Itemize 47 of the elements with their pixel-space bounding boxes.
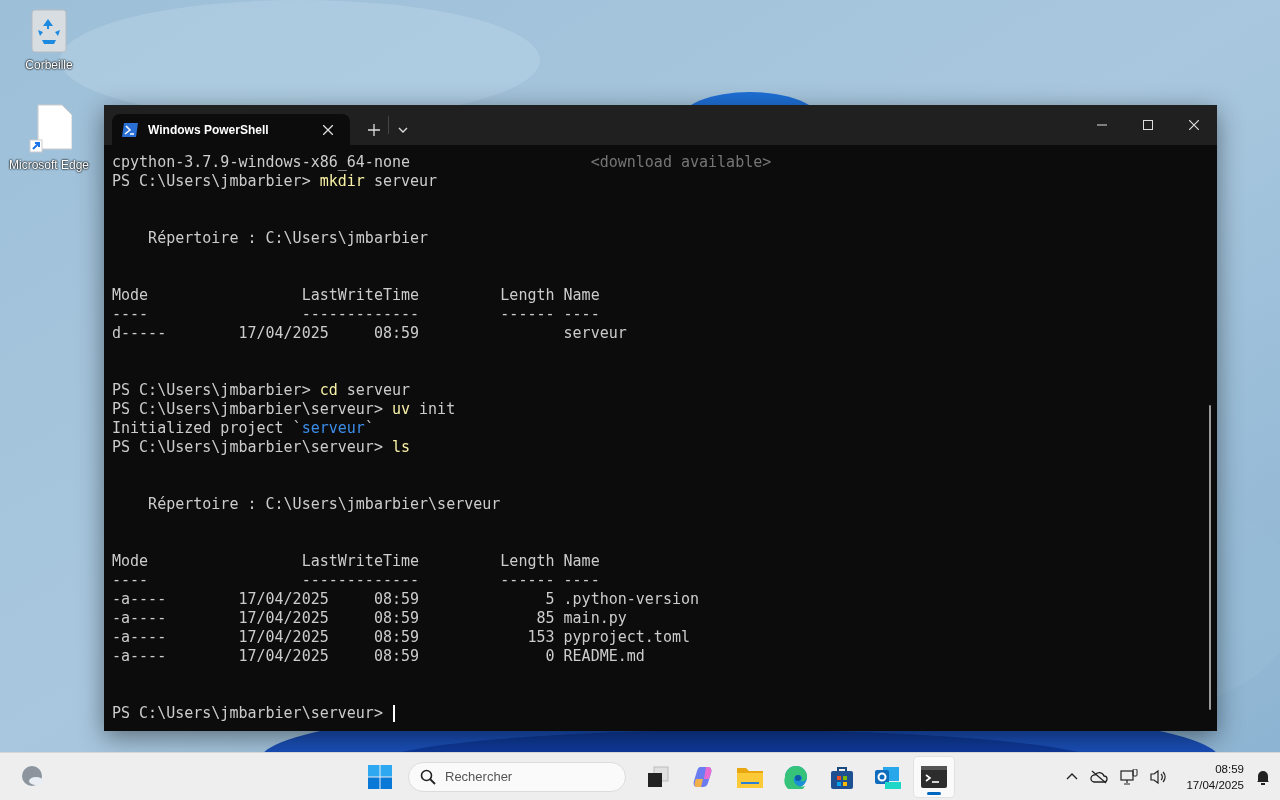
recycle-bin-icon[interactable] [30, 8, 68, 54]
terminal-line: PS C:\Users\jmbarbier\serveur> ls [112, 438, 411, 457]
terminal-line: PS C:\Users\jmbarbier> mkdir serveur [112, 172, 438, 191]
terminal-line: cpython-3.7.9-windows-x86_64-none <download available> [112, 153, 772, 172]
clock-time[interactable]: 08:59 [1215, 760, 1244, 777]
close-icon [323, 124, 333, 135]
terminal-line: PS C:\Users\jmbarbier\serveur> uv init [112, 400, 456, 419]
terminal-line: d----- 17/04/2025 08:59 serveur [112, 324, 627, 343]
text-cursor [392, 705, 395, 722]
search-icon [420, 768, 436, 785]
search-field[interactable]: Rechercher [408, 761, 626, 792]
terminal-line: Répertoire : C:\Users\jmbarbier\serveur [147, 495, 501, 514]
terminal-line: -a---- 17/04/2025 08:59 85 main.py [112, 609, 627, 628]
terminal-line: -a---- 17/04/2025 08:59 0 README.md [112, 647, 645, 666]
powershell-icon [122, 122, 138, 137]
plus-icon [368, 123, 380, 136]
speaker-icon[interactable] [1150, 768, 1169, 785]
edge-icon [784, 764, 808, 789]
tab-title: Windows PowerShell [148, 122, 270, 137]
clock-date[interactable]: 17/04/2025 [1186, 776, 1244, 793]
stacked-windows-icon [646, 764, 670, 789]
prompt-line: PS C:\Users\jmbarbier\serveur> [112, 704, 384, 723]
shopping-bag-icon [831, 764, 853, 789]
terminal-line: ---- ------------- ------ ---- [112, 305, 600, 324]
close-icon [1189, 120, 1199, 130]
windows-logo-icon [368, 764, 392, 789]
terminal-line: Répertoire : C:\Users\jmbarbier [147, 229, 429, 248]
bell-icon[interactable] [1256, 768, 1270, 785]
terminal-line: Initialized project `serveur` [112, 419, 374, 438]
scrollbar[interactable] [1209, 405, 1211, 710]
network-icon[interactable] [1120, 768, 1139, 785]
folder-icon [737, 765, 763, 788]
mail-app-icon [875, 764, 901, 789]
taskbar-app-button[interactable] [914, 756, 954, 797]
terminal-icon [921, 765, 947, 788]
weather-icon[interactable] [22, 765, 44, 788]
terminal-line: -a---- 17/04/2025 08:59 5 .python-version [112, 590, 699, 609]
maximize-icon [1143, 120, 1153, 130]
chevron-down-icon [398, 126, 408, 133]
chevron-up-icon[interactable] [1066, 773, 1079, 780]
terminal-line: PS C:\Users\jmbarbier> cd serveur [112, 381, 411, 400]
terminal-tab[interactable]: Windows PowerShell [112, 114, 350, 145]
cloud-off-icon[interactable] [1090, 769, 1109, 784]
terminal-line: Mode LastWriteTime Length Name [112, 286, 600, 305]
terminal-line: -a---- 17/04/2025 08:59 153 pyproject.toml [112, 628, 690, 647]
terminal-line: Mode LastWriteTime Length Name [112, 552, 600, 571]
terminal-line: ---- ------------- ------ ---- [112, 571, 600, 590]
